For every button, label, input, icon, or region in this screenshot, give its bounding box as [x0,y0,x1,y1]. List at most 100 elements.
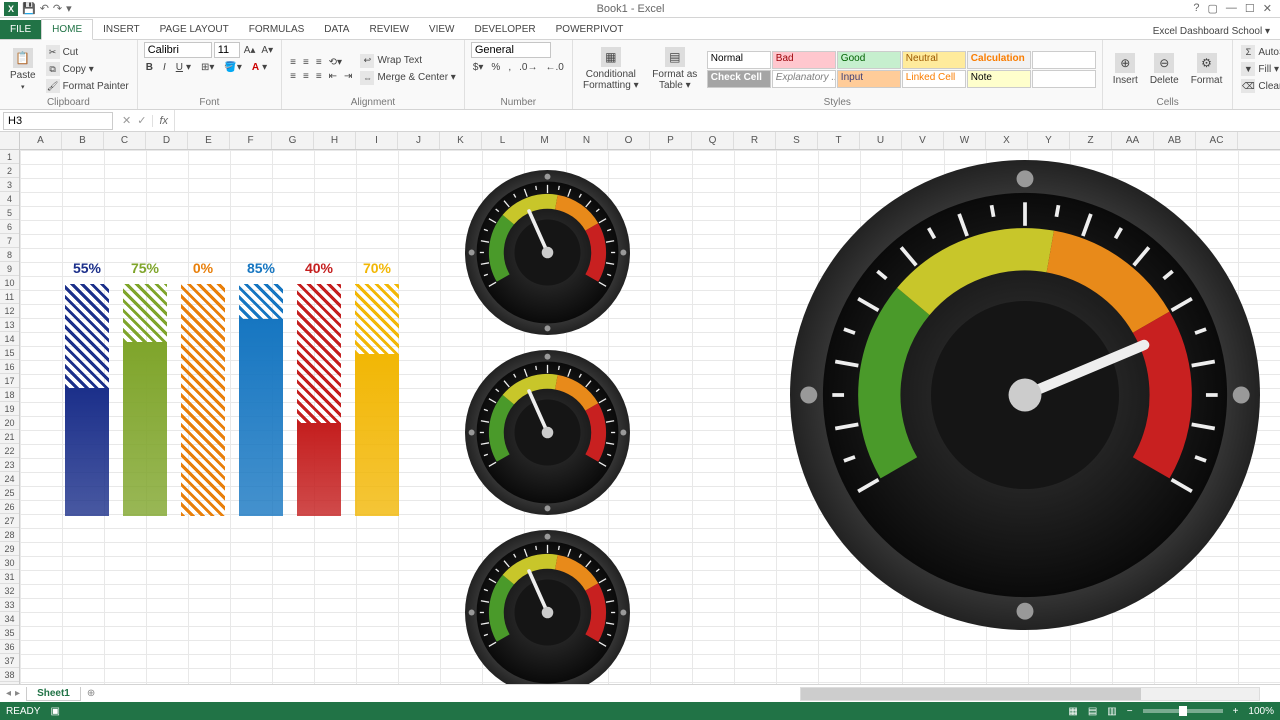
style-cell[interactable]: Normal [707,51,771,69]
delete-cells-button[interactable]: ⊖Delete [1146,51,1183,88]
style-cell[interactable] [1032,70,1096,88]
inc-decimal-button[interactable]: .0→ [517,61,539,74]
col-header[interactable]: T [818,132,860,149]
cell-styles-gallery[interactable]: NormalBadGoodNeutralCalculationCheck Cel… [707,51,1096,88]
col-header[interactable]: AB [1154,132,1196,149]
row-header[interactable]: 16 [0,360,19,374]
autosum-button[interactable]: ΣAutoSum ▾ [1239,44,1280,60]
style-cell[interactable]: Calculation [967,51,1031,69]
row-header[interactable]: 5 [0,206,19,220]
progress-bar-chart[interactable]: 55%75%0%85%40%70% [65,256,405,516]
row-header[interactable]: 34 [0,612,19,626]
undo-icon[interactable]: ↶ [40,2,49,15]
fx-icon[interactable]: fx [152,115,174,127]
number-format-select[interactable] [471,42,551,58]
accounting-button[interactable]: $▾ [471,61,486,74]
name-box[interactable] [3,112,113,130]
view-page-layout-icon[interactable]: ▤ [1088,706,1097,717]
cancel-formula-icon[interactable]: ✕ [122,114,131,127]
align-right-button[interactable]: ≡ [314,70,324,83]
enter-formula-icon[interactable]: ✓ [137,114,146,127]
wrap-text-button[interactable]: ↩Wrap Text [358,53,457,69]
style-cell[interactable]: Bad [772,51,836,69]
col-header[interactable]: A [20,132,62,149]
row-header[interactable]: 1 [0,150,19,164]
ribbon-collapse-icon[interactable]: ▢ [1208,2,1218,15]
gauge-widget[interactable] [465,170,630,335]
row-header[interactable]: 37 [0,654,19,668]
row-header[interactable]: 23 [0,458,19,472]
italic-button[interactable]: I [161,61,168,74]
col-header[interactable]: AA [1112,132,1154,149]
tab-data[interactable]: DATA [314,20,359,39]
gauge-widget[interactable] [790,160,1260,630]
row-header[interactable]: 11 [0,290,19,304]
row-header[interactable]: 25 [0,486,19,500]
row-header[interactable]: 3 [0,178,19,192]
style-cell[interactable]: Check Cell [707,70,771,88]
row-header[interactable]: 12 [0,304,19,318]
col-header[interactable]: J [398,132,440,149]
row-header[interactable]: 30 [0,556,19,570]
row-header[interactable]: 21 [0,430,19,444]
col-header[interactable]: I [356,132,398,149]
align-bottom-button[interactable]: ≡ [314,56,324,69]
align-top-button[interactable]: ≡ [288,56,298,69]
row-header[interactable]: 15 [0,346,19,360]
minimize-icon[interactable]: — [1226,2,1237,15]
col-header[interactable]: F [230,132,272,149]
row-headers[interactable]: 1234567891011121314151617181920212223242… [0,150,20,684]
row-header[interactable]: 32 [0,584,19,598]
col-header[interactable]: P [650,132,692,149]
col-header[interactable]: B [62,132,104,149]
view-page-break-icon[interactable]: ▥ [1107,706,1116,717]
tab-file[interactable]: FILE [0,20,41,39]
align-middle-button[interactable]: ≡ [301,56,311,69]
col-header[interactable]: S [776,132,818,149]
row-header[interactable]: 8 [0,248,19,262]
style-cell[interactable]: Input [837,70,901,88]
col-header[interactable]: O [608,132,650,149]
row-header[interactable]: 22 [0,444,19,458]
row-header[interactable]: 7 [0,234,19,248]
zoom-level[interactable]: 100% [1248,706,1274,717]
row-header[interactable]: 13 [0,318,19,332]
style-cell[interactable]: Linked Cell [902,70,966,88]
tab-formulas[interactable]: FORMULAS [239,20,315,39]
indent-inc-button[interactable]: ⇥ [342,70,354,83]
col-header[interactable]: X [986,132,1028,149]
col-header[interactable]: M [524,132,566,149]
font-name-input[interactable] [144,42,212,58]
col-header[interactable]: U [860,132,902,149]
row-header[interactable]: 2 [0,164,19,178]
col-header[interactable]: R [734,132,776,149]
row-header[interactable]: 19 [0,402,19,416]
copy-button[interactable]: ⧉Copy ▾ [44,61,131,77]
redo-icon[interactable]: ↷ [53,2,62,15]
align-left-button[interactable]: ≡ [288,70,298,83]
col-header[interactable]: D [146,132,188,149]
zoom-in-button[interactable]: + [1233,706,1239,717]
row-header[interactable]: 10 [0,276,19,290]
row-header[interactable]: 9 [0,262,19,276]
format-as-table-button[interactable]: ▤Format as Table ▾ [647,45,703,93]
row-header[interactable]: 29 [0,542,19,556]
style-cell[interactable]: Neutral [902,51,966,69]
sheet-nav-next-icon[interactable]: ▸ [15,688,20,699]
col-header[interactable]: H [314,132,356,149]
font-color-button[interactable]: A▾ [250,61,269,74]
worksheet-grid[interactable]: ABCDEFGHIJKLMNOPQRSTUVWXYZAAABAC 1234567… [0,132,1280,684]
select-all-corner[interactable] [0,132,20,150]
insert-cells-button[interactable]: ⊕Insert [1109,51,1142,88]
col-header[interactable]: V [902,132,944,149]
row-header[interactable]: 27 [0,514,19,528]
font-size-input[interactable] [214,42,240,58]
col-header[interactable]: C [104,132,146,149]
col-header[interactable]: Z [1070,132,1112,149]
tab-page-layout[interactable]: PAGE LAYOUT [150,20,239,39]
col-header[interactable]: E [188,132,230,149]
row-header[interactable]: 36 [0,640,19,654]
col-header[interactable]: Y [1028,132,1070,149]
formula-input[interactable] [174,110,1280,131]
clear-button[interactable]: ⌫Clear ▾ [1239,78,1280,94]
